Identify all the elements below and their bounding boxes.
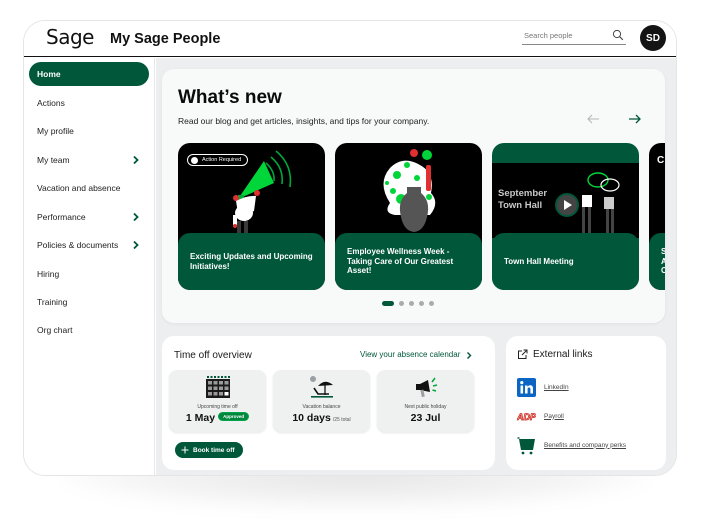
time-off-title: Time off overview <box>174 350 252 361</box>
card-footer: S A C <box>649 233 665 290</box>
vacation-balance-tile[interactable]: Vacation balance 10 days/25 total <box>273 370 370 432</box>
sidebar-item-label: Training <box>37 297 68 307</box>
news-card[interactable]: Action Required Exciting Updates and Upc… <box>178 143 325 290</box>
card-footer: Exciting Updates and Upcoming Initiative… <box>178 233 325 290</box>
sage-logo[interactable]: Sage <box>46 25 94 49</box>
sidebar-item-org-chart[interactable]: Org chart <box>29 318 149 342</box>
thumbnail-text-september: September Town Hall <box>498 188 547 211</box>
sidebar-item-performance[interactable]: Performance <box>29 205 149 229</box>
news-card[interactable]: C S A C <box>649 143 665 290</box>
sidebar-nav: Home Actions My profile My team Vacation… <box>24 58 155 475</box>
sidebar-item-policies-documents[interactable]: Policies & documents <box>29 233 149 257</box>
card-footer: Employee Wellness Week - Taking Care of … <box>335 233 482 290</box>
top-header: Sage My Sage People Search people SD <box>24 21 676 57</box>
payroll-link[interactable]: Payroll <box>544 413 564 420</box>
vacation-balance-total: /25 total <box>332 417 351 423</box>
sidebar-item-label: Hiring <box>37 269 60 279</box>
svg-text:ADP: ADP <box>517 412 536 422</box>
book-time-off-button[interactable]: Book time off <box>175 442 243 458</box>
search-placeholder: Search people <box>524 31 573 40</box>
town-hall-video-thumbnail: September Town Hall <box>492 163 639 238</box>
external-link-icon <box>518 349 528 359</box>
upcoming-time-off-tile[interactable]: Upcoming time off 1 May Approved <box>169 370 266 432</box>
sidebar-item-label: Performance <box>37 212 86 222</box>
carousel-dot[interactable] <box>419 300 424 306</box>
app-window: Sage My Sage People Search people SD Hom… <box>23 20 677 476</box>
search-icon[interactable] <box>612 29 624 41</box>
user-avatar[interactable]: SD <box>640 25 666 51</box>
search-people-input[interactable]: Search people <box>522 29 626 45</box>
megaphone-icon <box>415 377 437 398</box>
sidebar-item-vacation-and-absence[interactable]: Vacation and absence <box>29 176 149 200</box>
linkedin-icon <box>517 377 536 397</box>
sidebar-item-label: My profile <box>37 126 74 136</box>
action-required-badge: Action Required <box>187 154 249 166</box>
tile-value: 1 May Approved <box>169 411 266 424</box>
sidebar-item-label: Home <box>37 69 61 79</box>
sidebar-item-label: Vacation and absence <box>37 183 121 193</box>
news-card[interactable]: Employee Wellness Week - Taking Care of … <box>335 143 482 290</box>
sidebar-item-label: Actions <box>37 98 65 108</box>
news-card[interactable]: September Town Hall Town Hall Meeting <box>492 143 639 290</box>
next-public-holiday-tile[interactable]: Next public holiday 23 Jul <box>377 370 474 432</box>
external-link-linkedin[interactable]: LinkedIn <box>517 377 569 397</box>
card-title: Employee Wellness Week - Taking Care of … <box>347 247 454 276</box>
tile-label: Upcoming time off <box>197 404 238 410</box>
carousel-dot-active[interactable] <box>382 300 394 306</box>
linkedin-link[interactable]: LinkedIn <box>544 384 569 391</box>
benefits-link[interactable]: Benefits and company perks <box>544 442 626 449</box>
external-links-card: External links LinkedIn ADP Payroll Bene… <box>506 336 666 470</box>
external-links-title: External links <box>533 349 593 360</box>
main-content: What’s new Read our blog and get article… <box>156 58 676 475</box>
external-link-payroll[interactable]: ADP Payroll <box>517 406 564 426</box>
sidebar-item-hiring[interactable]: Hiring <box>29 262 149 286</box>
chevron-right-icon[interactable] <box>466 351 472 360</box>
book-time-off-label: Book time off <box>193 446 235 454</box>
adp-icon: ADP <box>517 411 536 422</box>
sidebar-item-label: My team <box>37 155 70 165</box>
sidebar-item-training[interactable]: Training <box>29 290 149 314</box>
tile-value: 10 days/25 total <box>273 412 370 424</box>
tile-label: Next public holiday <box>404 404 447 410</box>
chevron-right-icon <box>133 155 139 165</box>
external-link-benefits[interactable]: Benefits and company perks <box>517 435 626 455</box>
chevron-right-icon <box>133 240 139 250</box>
beach-chair-icon <box>309 376 333 398</box>
time-off-overview-card: Time off overview View your absence cale… <box>162 336 495 470</box>
sidebar-item-label: Org chart <box>37 325 73 335</box>
whats-new-section: What’s new Read our blog and get article… <box>162 69 665 323</box>
vase-flowers-illustration <box>383 149 436 232</box>
carousel-dot[interactable] <box>409 300 414 306</box>
vacation-balance-value: 10 days <box>292 412 331 424</box>
card-title: Town Hall Meeting <box>504 256 574 266</box>
sidebar-item-label: Policies & documents <box>37 240 119 250</box>
sidebar-item-actions[interactable]: Actions <box>29 91 149 115</box>
app-title: My Sage People <box>110 31 221 47</box>
card-title: Exciting Updates and Upcoming Initiative… <box>190 252 313 271</box>
sidebar-item-my-team[interactable]: My team <box>29 148 149 172</box>
carousel-dot[interactable] <box>399 300 404 306</box>
approved-badge: Approved <box>218 411 250 421</box>
arrow-left-icon[interactable] <box>586 113 600 125</box>
arrow-right-icon[interactable] <box>628 113 642 125</box>
card-footer: Town Hall Meeting <box>492 233 639 290</box>
upcoming-date: 1 May <box>185 412 216 424</box>
absence-calendar-link[interactable]: View your absence calendar <box>360 350 460 359</box>
carousel-pagination <box>382 300 434 306</box>
whats-new-title: What’s new <box>178 87 282 108</box>
shopping-cart-icon <box>517 436 535 454</box>
card-art-text: C <box>657 155 665 166</box>
chevron-right-icon <box>133 212 139 222</box>
sidebar-item-my-profile[interactable]: My profile <box>29 119 149 143</box>
tile-label: Vacation balance <box>302 404 341 410</box>
carousel-dot[interactable] <box>429 300 434 306</box>
calendar-icon <box>205 376 230 398</box>
next-holiday-date: 23 Jul <box>410 412 441 424</box>
sidebar-item-home[interactable]: Home <box>29 62 149 86</box>
whats-new-subtitle: Read our blog and get articles, insights… <box>178 116 430 126</box>
card-title: S A C <box>661 247 665 275</box>
plus-icon <box>181 446 189 454</box>
